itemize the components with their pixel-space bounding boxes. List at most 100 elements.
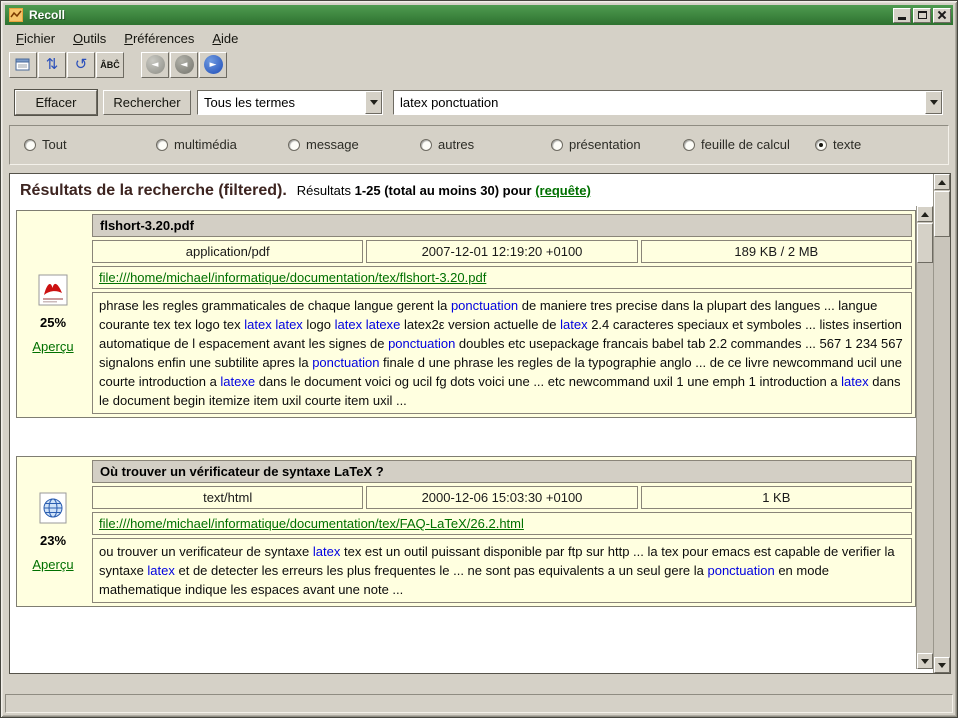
search-query-dropdown-button[interactable] [925,91,942,114]
result-list-scrollbar[interactable] [916,206,933,669]
maximize-button[interactable] [913,8,931,23]
first-page-icon: ◄ [146,55,165,74]
relevance-percent: 23% [40,533,66,548]
radio-label: présentation [569,137,641,152]
scroll-down-button[interactable] [934,657,950,673]
search-mode-dropdown-button[interactable] [365,91,382,114]
results-panel: Résultats de la recherche (filtered). Ré… [9,173,951,674]
query-details-link[interactable]: (requête) [535,183,591,198]
close-button[interactable] [933,8,951,23]
relevance-percent: 25% [40,315,66,330]
first-page-button[interactable]: ◄ [141,52,169,78]
sort-dates-button[interactable]: ⇅ [38,52,66,78]
result-filename: Où trouver un vérificateur de syntaxe La… [92,460,912,483]
maximize-icon [918,11,927,19]
result-size: 1 KB [641,486,912,509]
result-mimetype: text/html [92,486,363,509]
result-size: 189 KB / 2 MB [641,240,912,263]
search-query-input[interactable] [394,91,925,114]
scroll-down-icon [921,659,929,664]
result-url-row: file:///home/michael/informatique/docume… [92,512,912,535]
result-entry-sidebar: 23% Aperçu [17,457,89,606]
scrollbar-thumb[interactable] [934,191,950,237]
radio-multimedia[interactable]: multimédia [156,137,237,152]
menu-outils[interactable]: Outils [66,28,113,49]
clear-search-icon [14,57,32,73]
scroll-up-button[interactable] [934,174,950,190]
next-page-button[interactable]: ► [199,52,227,78]
next-page-icon: ► [204,55,223,74]
sort-dates-icon: ⇅ [46,57,59,72]
window-title: Recoll [29,8,893,22]
results-summary-prefix: Résultats [297,183,351,198]
preview-link[interactable]: Aperçu [32,339,73,354]
results-summary: Résultats 1-25 (total au moins 30) pour … [297,183,591,198]
radio-label: multimédia [174,137,237,152]
scrollbar-thumb[interactable] [917,223,933,263]
radio-icon [551,139,563,151]
result-entry-table: flshort-3.20.pdf application/pdf 2007-12… [89,211,915,417]
search-query-combo[interactable] [393,90,943,115]
radio-icon [24,139,36,151]
results-title: Résultats de la recherche (filtered). [20,182,287,200]
search-mode-select[interactable]: Tous les termes [197,90,383,115]
menu-bar: Fichier Outils Préférences Aide [9,28,949,49]
radio-presentation[interactable]: présentation [551,137,641,152]
result-snippet: ou trouver un verificateur de syntaxe la… [92,538,912,603]
result-date: 2000-12-06 15:03:30 +0100 [366,486,637,509]
status-bar [5,694,953,713]
radio-icon [815,139,827,151]
history-icon: ↺ [75,57,88,72]
chevron-down-icon [370,100,378,105]
radio-label: feuille de calcul [701,137,790,152]
result-url-link[interactable]: file:///home/michael/informatique/docume… [99,270,486,285]
minimize-button[interactable] [893,8,911,23]
previous-page-button[interactable]: ◄ [170,52,198,78]
result-entry: 23% Aperçu Où trouver un vérificateur de… [16,456,916,607]
search-button[interactable]: Rechercher [103,90,191,115]
result-url-link[interactable]: file:///home/michael/informatique/docume… [99,516,524,531]
clear-search-button[interactable] [9,52,37,78]
results-panel-scrollbar[interactable] [933,174,950,673]
scroll-up-button[interactable] [917,206,933,222]
clear-button[interactable]: Effacer [15,90,97,115]
recoll-logo-icon [9,8,23,22]
term-explorer-button[interactable]: ÂBĈ [96,52,124,78]
result-date: 2007-12-01 12:19:20 +0100 [366,240,637,263]
menu-aide[interactable]: Aide [205,28,245,49]
preview-link[interactable]: Aperçu [32,557,73,572]
result-entry-table: Où trouver un vérificateur de syntaxe La… [89,457,915,606]
title-bar: Recoll [5,5,953,25]
radio-autres[interactable]: autres [420,137,474,152]
scroll-up-icon [921,212,929,217]
previous-page-icon: ◄ [175,55,194,74]
result-entry-sidebar: 25% Aperçu [17,211,89,417]
toolbar: ⇅ ↺ ÂBĈ ◄ ◄ ► [9,51,228,78]
document-history-button[interactable]: ↺ [67,52,95,78]
radio-icon [288,139,300,151]
result-entry: 25% Aperçu flshort-3.20.pdf application/… [16,210,916,418]
menu-fichier[interactable]: Fichier [9,28,62,49]
chevron-down-icon [930,100,938,105]
results-header: Résultats de la recherche (filtered). Ré… [20,182,591,200]
radio-tout[interactable]: Tout [24,137,67,152]
close-icon [937,10,947,20]
result-url-row: file:///home/michael/informatique/docume… [92,266,912,289]
pdf-file-icon [38,274,68,306]
radio-message[interactable]: message [288,137,359,152]
scroll-up-icon [938,180,946,185]
search-mode-value: Tous les termes [198,91,365,114]
minimize-icon [898,17,906,20]
result-filename: flshort-3.20.pdf [92,214,912,237]
result-meta-row: application/pdf 2007-12-01 12:19:20 +010… [92,240,912,263]
radio-icon [420,139,432,151]
scroll-down-button[interactable] [917,653,933,669]
scroll-down-icon [938,663,946,668]
menu-preferences[interactable]: Préférences [117,28,201,49]
result-meta-row: text/html 2000-12-06 15:03:30 +0100 1 KB [92,486,912,509]
radio-texte[interactable]: texte [815,137,861,152]
radio-feuille-de-calcul[interactable]: feuille de calcul [683,137,790,152]
radio-label: Tout [42,137,67,152]
result-list: 25% Aperçu flshort-3.20.pdf application/… [16,210,916,645]
result-mimetype: application/pdf [92,240,363,263]
